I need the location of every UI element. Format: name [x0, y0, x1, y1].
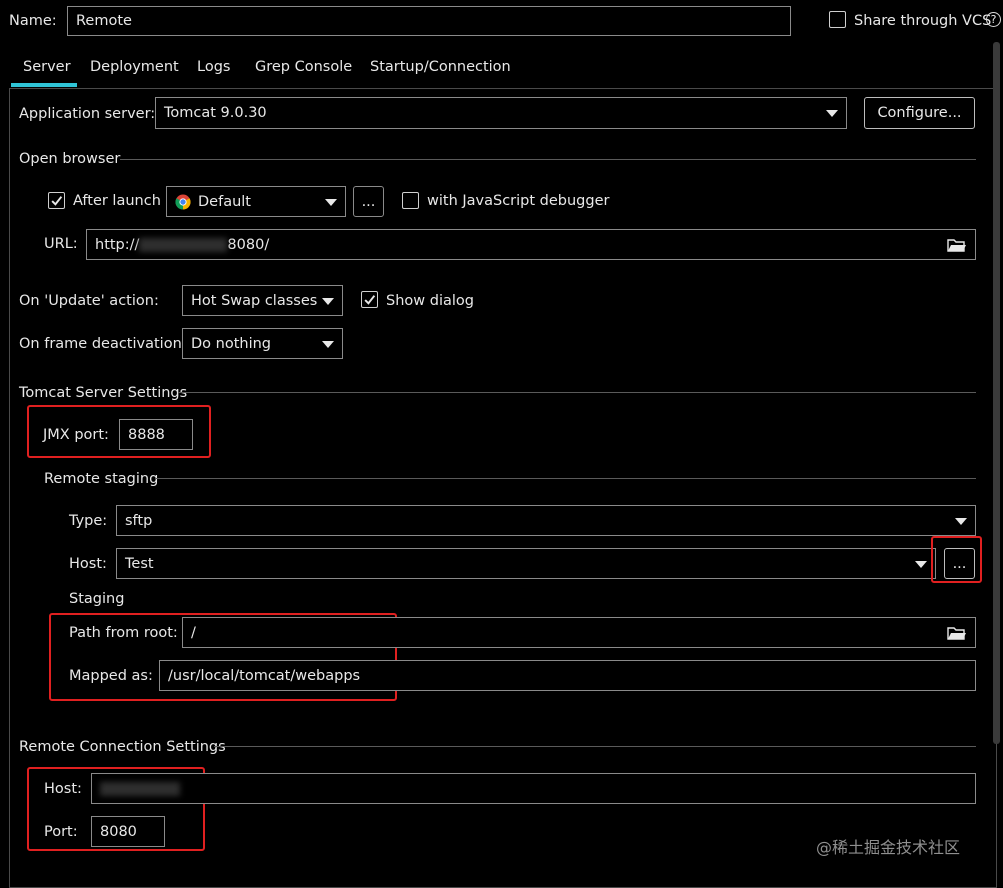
help-glyph: ? — [990, 13, 997, 26]
tab-grep-console-label: Grep Console — [255, 59, 353, 75]
tab-startup-connection[interactable]: Startup/Connection — [360, 50, 511, 87]
tab-server[interactable]: Server — [11, 50, 77, 87]
tab-deployment-label: Deployment — [90, 59, 179, 75]
mapped-as-input[interactable]: /usr/local/tomcat/webapps — [159, 660, 976, 691]
remote-connection-title: Remote Connection Settings — [19, 739, 226, 755]
configure-button[interactable]: Configure... — [864, 97, 975, 129]
jmx-port-input[interactable]: 8888 — [119, 419, 193, 450]
folder-icon[interactable] — [947, 625, 967, 641]
js-debugger-checkbox[interactable] — [402, 192, 419, 209]
tab-bar: Server Deployment Logs Grep Console Star… — [0, 50, 1003, 88]
remote-connection-separator — [214, 746, 976, 747]
tab-active-indicator — [11, 83, 77, 87]
remote-staging-separator — [155, 478, 976, 479]
staging-host-value: Test — [125, 555, 154, 572]
path-from-root-value: / — [191, 624, 196, 641]
jmx-port-value: 8888 — [128, 426, 165, 443]
dropdown-caret-icon — [325, 198, 337, 206]
checkbox-check-icon — [51, 196, 63, 206]
vertical-scrollbar[interactable] — [993, 42, 1000, 744]
jmx-port-label: JMX port: — [43, 427, 109, 443]
dropdown-caret-icon — [915, 560, 927, 568]
staging-sub-title: Staging — [69, 591, 125, 607]
name-input[interactable]: Remote — [67, 6, 791, 36]
mapped-as-value: /usr/local/tomcat/webapps — [168, 667, 361, 684]
tab-startup-connection-label: Startup/Connection — [370, 59, 511, 75]
url-redacted — [139, 237, 228, 252]
name-label: Name: — [9, 13, 57, 29]
tab-logs[interactable]: Logs — [187, 50, 239, 87]
staging-host-label: Host: — [69, 556, 107, 572]
name-input-value: Remote — [76, 13, 132, 29]
show-dialog-label: Show dialog — [386, 293, 474, 309]
help-icon[interactable]: ? — [986, 12, 1001, 27]
tab-grep-console[interactable]: Grep Console — [245, 50, 355, 87]
host-button-highlight-box — [931, 536, 982, 583]
frame-deactivation-select[interactable]: Do nothing — [182, 328, 343, 359]
remote-port-input[interactable]: 8080 — [91, 816, 165, 847]
after-launch-checkbox[interactable] — [48, 192, 65, 209]
tab-logs-label: Logs — [197, 59, 231, 75]
js-debugger-label: with JavaScript debugger — [427, 193, 610, 209]
staging-type-value: sftp — [125, 512, 153, 529]
tomcat-settings-separator — [178, 392, 976, 393]
url-prefix: http:// — [95, 236, 140, 253]
path-from-root-input[interactable]: / — [182, 617, 976, 648]
staging-type-select[interactable]: sftp — [116, 505, 976, 536]
mapped-as-label: Mapped as: — [69, 668, 153, 684]
url-label: URL: — [44, 236, 78, 252]
dropdown-caret-icon — [322, 340, 334, 348]
dropdown-caret-icon — [322, 297, 334, 305]
remote-port-label: Port: — [44, 824, 78, 840]
dropdown-caret-icon — [826, 110, 838, 117]
show-dialog-checkbox[interactable] — [361, 291, 378, 308]
path-from-root-label: Path from root: — [69, 625, 178, 641]
update-action-value: Hot Swap classes — [191, 292, 318, 309]
tab-deployment[interactable]: Deployment — [80, 50, 182, 87]
url-suffix: 8080/ — [227, 236, 270, 253]
browser-browse-button[interactable]: ... — [353, 186, 384, 217]
tab-server-label: Server — [23, 59, 71, 75]
staging-host-select[interactable]: Test — [116, 548, 936, 579]
folder-icon[interactable] — [947, 237, 967, 253]
after-launch-label: After launch — [73, 193, 161, 209]
browser-value: Default — [198, 193, 251, 210]
app-server-select[interactable]: Tomcat 9.0.30 — [155, 97, 847, 129]
watermark-text: @稀土掘金技术社区 — [816, 838, 961, 857]
tomcat-settings-title: Tomcat Server Settings — [19, 385, 188, 401]
remote-host-input[interactable] — [91, 773, 976, 804]
share-vcs-checkbox[interactable] — [829, 11, 846, 28]
remote-host-redacted — [100, 781, 180, 796]
share-vcs-label: Share through VCS — [854, 13, 992, 29]
remote-port-value: 8080 — [100, 823, 137, 840]
remote-staging-title: Remote staging — [44, 471, 159, 487]
frame-deactivation-label: On frame deactivation: — [19, 336, 187, 352]
browser-browse-label: ... — [361, 193, 376, 210]
dropdown-caret-icon — [955, 517, 967, 525]
remote-host-label: Host: — [44, 781, 82, 797]
app-server-label: Application server: — [19, 106, 156, 122]
app-server-value: Tomcat 9.0.30 — [164, 105, 267, 121]
configure-button-label: Configure... — [877, 105, 962, 121]
frame-deactivation-value: Do nothing — [191, 335, 272, 352]
chrome-icon — [175, 194, 191, 210]
open-browser-title: Open browser — [19, 151, 121, 167]
staging-type-label: Type: — [69, 513, 108, 529]
url-input[interactable]: http:// 8080/ — [86, 229, 976, 260]
browser-select[interactable]: Default — [166, 186, 346, 217]
open-browser-separator — [120, 159, 976, 160]
update-action-select[interactable]: Hot Swap classes — [182, 285, 343, 316]
checkbox-check-icon — [364, 295, 376, 305]
update-action-label: On 'Update' action: — [19, 293, 159, 309]
